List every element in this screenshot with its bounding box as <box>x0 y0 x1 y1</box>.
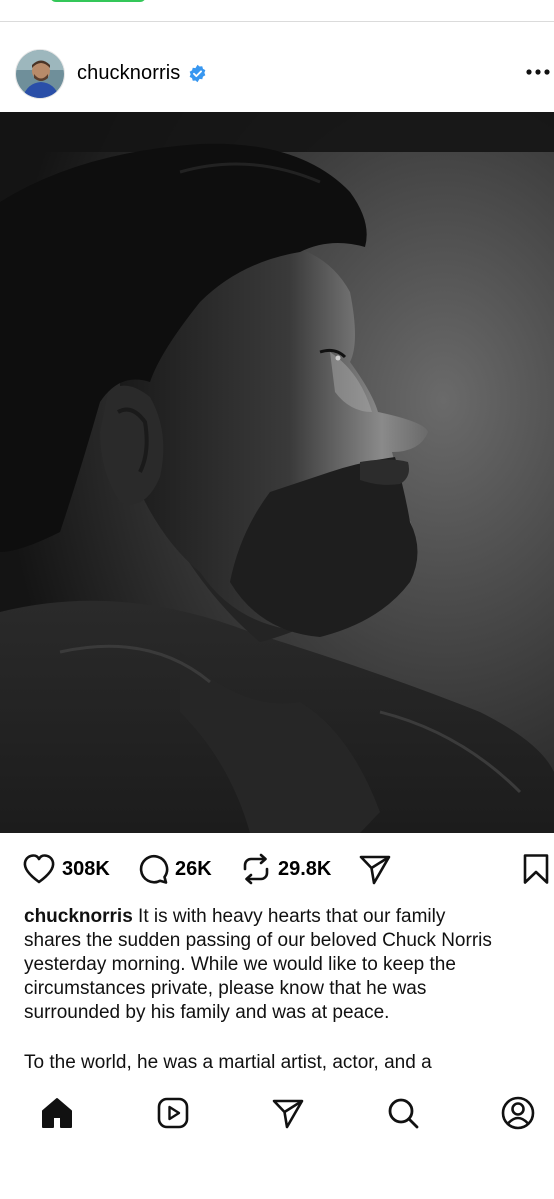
profile-icon[interactable] <box>500 1095 536 1131</box>
bookmark-action <box>522 847 550 891</box>
like-action: 308K <box>22 847 110 891</box>
share-icon[interactable] <box>358 853 392 885</box>
home-icon[interactable] <box>39 1095 75 1131</box>
caption-line: shares the sudden passing of our beloved… <box>24 930 492 951</box>
caption-username[interactable]: chucknorris <box>24 906 133 927</box>
comment-count[interactable]: 26K <box>175 858 212 881</box>
post-photo[interactable] <box>0 112 554 833</box>
verified-badge-icon <box>188 64 207 83</box>
caption-line: yesterday morning. While we would like t… <box>24 954 456 975</box>
avatar[interactable] <box>15 49 65 99</box>
caption-line: circumstances private, please know that … <box>24 978 427 999</box>
like-count[interactable]: 308K <box>62 858 110 881</box>
search-icon[interactable] <box>385 1095 421 1131</box>
top-status-strip <box>0 0 554 22</box>
repost-icon[interactable] <box>240 853 272 885</box>
repost-count[interactable]: 29.8K <box>278 858 331 881</box>
post-header: chucknorris <box>0 44 554 102</box>
send-icon[interactable] <box>270 1095 306 1131</box>
post-caption: chucknorris It is with heavy hearts that… <box>24 905 554 1075</box>
caption-line: To the world, he was a martial artist, a… <box>24 1052 432 1073</box>
caption-line: chucknorris It is with heavy hearts that… <box>24 905 554 929</box>
comment-icon[interactable] <box>137 853 169 885</box>
bottom-navigation <box>0 1079 554 1199</box>
bookmark-icon[interactable] <box>522 853 550 885</box>
more-options-icon[interactable] <box>524 60 552 84</box>
post-action-bar: 308K 26K 29.8K <box>0 847 554 891</box>
caption-line: surrounded by his family and was at peac… <box>24 1002 390 1023</box>
username-row: chucknorris <box>77 44 207 102</box>
reels-icon[interactable] <box>155 1095 191 1131</box>
heart-icon[interactable] <box>22 853 56 885</box>
caption-text: It is with heavy hearts that our family <box>138 906 446 927</box>
share-action <box>358 847 392 891</box>
repost-action: 29.8K <box>240 847 331 891</box>
comment-action: 26K <box>137 847 212 891</box>
username[interactable]: chucknorris <box>77 62 180 85</box>
active-indicator-pill <box>50 0 146 2</box>
